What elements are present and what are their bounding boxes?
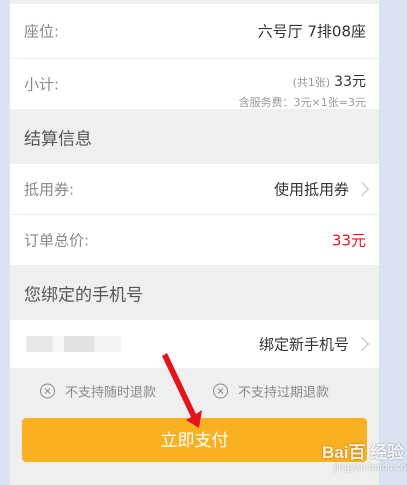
- close-circle-icon: [213, 383, 228, 399]
- payment-page: 座位: 六号厅 7排08座 小计: (共1张) 33元 含服务费：3元×1张=3元…: [10, 0, 379, 485]
- blurred-phone-number: [26, 336, 121, 352]
- close-circle-icon: [40, 383, 55, 399]
- background-frame-right: [379, 0, 407, 485]
- notice-text: 不支持随时退款: [65, 385, 157, 401]
- settlement-title: 结算信息: [24, 129, 92, 150]
- subtotal-row: 小计: (共1张) 33元 含服务费：3元×1张=3元: [10, 59, 379, 109]
- order-total-value: 33元: [331, 231, 366, 250]
- notice-no-refund-anytime: 不支持随时退款: [40, 382, 156, 401]
- order-total-row: 订单总价: 33元: [10, 215, 379, 265]
- pay-now-button[interactable]: 立即支付: [22, 418, 367, 462]
- service-fee-note: 含服务费：3元×1张=3元: [238, 96, 366, 109]
- subtotal-amount: 33元: [334, 74, 366, 90]
- watermark-logo: Bai百 经验: [322, 443, 405, 462]
- phone-section-header: 您绑定的手机号: [10, 266, 379, 320]
- notice-no-expired-refund: 不支持过期退款: [213, 382, 329, 401]
- subtotal-amount-line: (共1张) 33元: [293, 71, 366, 91]
- phone-row[interactable]: 绑定新手机号: [10, 320, 379, 368]
- bind-new-phone-link[interactable]: 绑定新手机号: [259, 334, 349, 355]
- settlement-section-header: 结算信息: [10, 110, 379, 164]
- notice-text: 不支持过期退款: [238, 385, 330, 401]
- voucher-row[interactable]: 抵用券: 使用抵用券: [10, 164, 379, 214]
- refund-notice-bar: 不支持随时退款 不支持过期退款: [10, 368, 379, 414]
- use-voucher-link[interactable]: 使用抵用券: [274, 179, 349, 200]
- background-frame-left: [0, 0, 10, 485]
- seat-row: 座位: 六号厅 7排08座: [10, 4, 379, 58]
- seat-label: 座位:: [24, 22, 60, 41]
- ticket-count: (共1张): [292, 76, 331, 89]
- chevron-right-icon: [354, 181, 370, 197]
- voucher-label: 抵用券:: [24, 180, 75, 199]
- seat-value: 六号厅 7排08座: [257, 22, 366, 41]
- subtotal-label: 小计:: [24, 75, 60, 94]
- order-total-label: 订单总价:: [24, 231, 90, 250]
- watermark-url: jingyan.baidu.com: [334, 462, 407, 473]
- chevron-right-icon: [354, 336, 370, 352]
- phone-section-title: 您绑定的手机号: [24, 285, 143, 306]
